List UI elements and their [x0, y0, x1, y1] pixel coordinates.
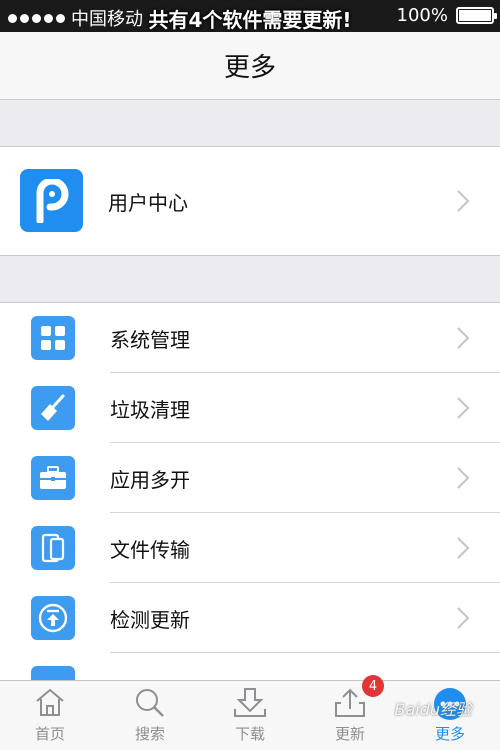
home-icon [36, 688, 64, 716]
battery-percentage: 100% [396, 5, 448, 26]
status-right: 100% [396, 5, 497, 26]
tab-download[interactable]: 下载 [200, 681, 300, 750]
tab-label: 搜索 [134, 725, 165, 743]
menu-row-junk-cleanup[interactable]: 垃圾清理 [0, 373, 500, 443]
grid-icon [31, 316, 75, 360]
tab-home[interactable]: 首页 [0, 681, 100, 750]
page-title: 更多 [223, 53, 276, 83]
update-count-badge: 4 [362, 675, 384, 697]
battery-icon [456, 7, 497, 24]
tab-label: 更多 [434, 725, 465, 743]
user-center-label: 用户中心 [108, 190, 188, 215]
tab-bar: 首页 搜索 下载 4 更新 更多 Baidu经验 [0, 675, 500, 750]
devices-icon [31, 526, 75, 570]
menu-row-file-transfer[interactable]: 文件传输 [0, 513, 500, 583]
upload-icon [335, 688, 365, 717]
menu-label: 检测更新 [110, 607, 190, 632]
briefcase-icon [31, 456, 75, 500]
update-arrow-icon [31, 596, 75, 640]
nav-bar: 更多 [0, 32, 500, 100]
status-bar: 中国移动 共有4个软件需要更新! 100% [0, 0, 500, 32]
menu-row-system-management[interactable]: 系统管理 [0, 303, 500, 373]
menu-label: 文件传输 [110, 537, 190, 562]
chevron-right-icon [457, 190, 470, 212]
chevron-right-icon [457, 327, 470, 349]
tab-label: 下载 [234, 725, 265, 743]
tab-update[interactable]: 4 更新 [300, 675, 400, 750]
chevron-right-icon [457, 607, 470, 629]
p-logo-icon [20, 169, 83, 232]
menu-row-app-multi-open[interactable]: 应用多开 [0, 443, 500, 513]
download-icon [234, 688, 266, 717]
menu-row-check-update[interactable]: 检测更新 [0, 583, 500, 653]
user-center-row[interactable]: 用户中心 [0, 147, 500, 255]
tab-label: 更新 [334, 725, 365, 743]
search-icon [136, 689, 164, 717]
broom-icon [31, 386, 75, 430]
user-center-section: 用户中心 [0, 146, 500, 256]
menu-label: 应用多开 [110, 467, 190, 492]
menu-label: 垃圾清理 [110, 397, 190, 422]
tab-label: 首页 [34, 725, 65, 743]
chevron-right-icon [457, 467, 470, 489]
chevron-right-icon [457, 537, 470, 559]
menu-label: 系统管理 [110, 327, 190, 352]
chevron-right-icon [457, 397, 470, 419]
watermark: Baidu经验 [394, 700, 472, 719]
tab-search[interactable]: 搜索 [100, 681, 200, 750]
menu-section: 系统管理 垃圾清理 应用多开 文件传输 检测更新 [0, 302, 500, 723]
